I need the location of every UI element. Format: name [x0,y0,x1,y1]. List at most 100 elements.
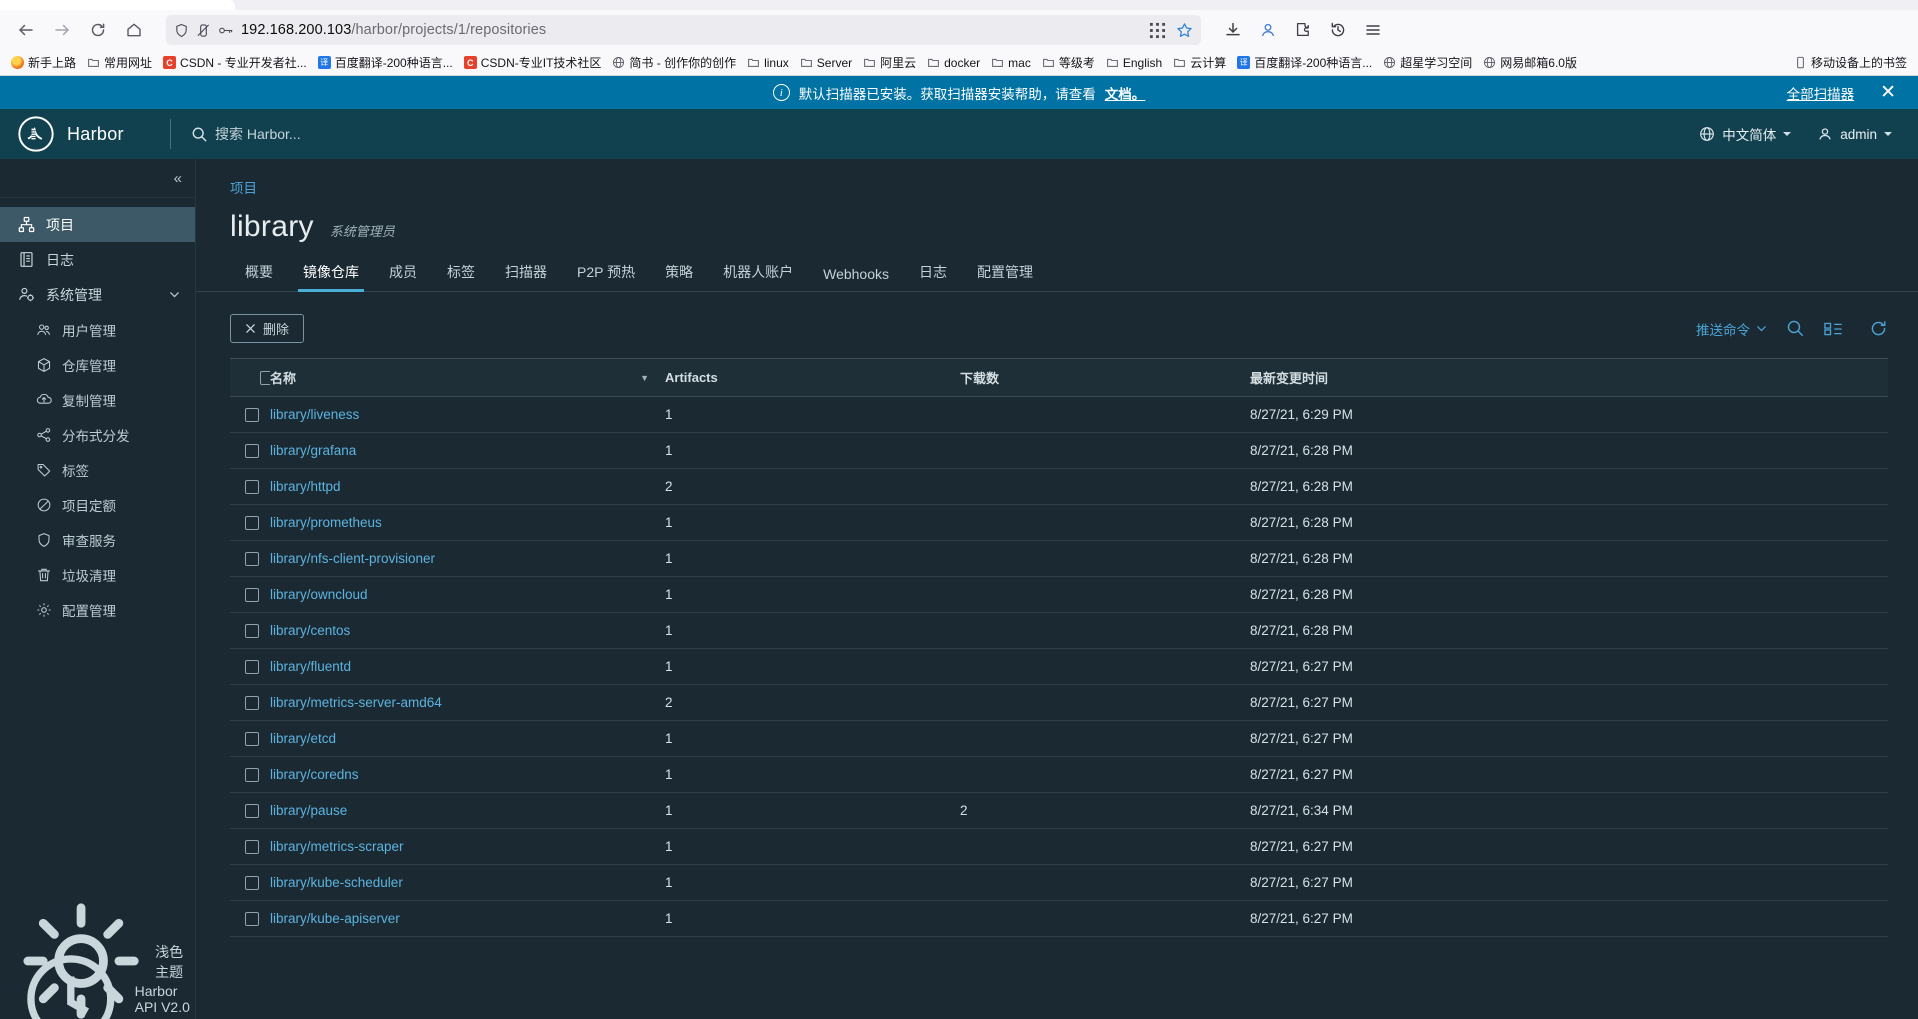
bookmark-item[interactable]: linux [742,54,794,72]
row-checkbox[interactable] [245,479,259,494]
row-checkbox[interactable] [245,515,259,530]
table-row[interactable]: library/nfs-client-provisioner 1 8/27/21, … [230,540,1888,577]
table-row[interactable]: library/fluentd 1 8/27/21, 6:27 PM [230,648,1888,685]
repository-link[interactable]: library/grafana [270,443,356,458]
bookmark-item[interactable]: 网易邮箱6.0版 [1478,52,1582,73]
refresh-icon[interactable] [1869,319,1888,338]
qr-code-icon[interactable] [1149,22,1166,39]
tab-policy[interactable]: 策略 [650,256,708,291]
bookmark-item[interactable]: 等级考 [1037,52,1100,73]
double-chevron-left-icon[interactable]: « [174,170,182,187]
forward-arrow-icon[interactable] [46,14,78,46]
repository-link[interactable]: library/prometheus [270,515,382,530]
row-checkbox[interactable] [245,875,259,890]
sidebar-item-configuration[interactable]: 配置管理 [0,592,195,627]
repository-link[interactable]: library/owncloud [270,587,368,602]
home-icon[interactable] [118,14,150,46]
sidebar-item-labels[interactable]: 标签 [0,452,195,487]
hamburger-menu-icon[interactable] [1357,14,1389,46]
repository-link[interactable]: library/nfs-client-provisioner [270,551,435,566]
sidebar-item-logs[interactable]: 日志 [0,242,195,277]
table-row[interactable]: library/metrics-scraper 1 8/27/21, 6:27 PM [230,828,1888,865]
column-header-updated[interactable]: 最新变更时间 [1250,358,1888,397]
bookmark-item[interactable]: 云计算 [1168,52,1231,73]
table-row[interactable]: library/coredns 1 8/27/21, 6:27 PM [230,756,1888,793]
row-checkbox[interactable] [245,695,259,710]
star-icon[interactable] [1176,22,1193,39]
tab-summary[interactable]: 概要 [230,256,288,291]
permissions-icon[interactable] [196,23,211,38]
bookmark-item[interactable]: 阿里云 [858,52,921,73]
table-row[interactable]: library/kube-scheduler 1 8/27/21, 6:27 PM [230,864,1888,901]
row-checkbox[interactable] [245,551,259,566]
sort-descending-icon[interactable]: ▼ [640,373,649,383]
sidebar-item-users[interactable]: 用户管理 [0,312,195,347]
sidebar-item-administration[interactable]: 系统管理 [0,277,195,312]
row-checkbox[interactable] [245,443,259,458]
user-menu[interactable]: admin [1817,126,1892,142]
sidebar-item-garbage-collection[interactable]: 垃圾清理 [0,557,195,592]
row-checkbox[interactable] [245,659,259,674]
table-row[interactable]: library/owncloud 1 8/27/21, 6:28 PM [230,576,1888,613]
row-checkbox[interactable] [245,911,259,926]
push-command-dropdown[interactable]: 推送命令 [1696,319,1767,339]
table-row[interactable]: library/kube-apiserver 1 8/27/21, 6:27 PM [230,900,1888,937]
sidebar-item-harbor-api[interactable]: Harbor API V2.0 [0,954,195,1019]
reload-icon[interactable] [82,14,114,46]
extensions-icon[interactable] [1287,14,1319,46]
repository-link[interactable]: library/metrics-scraper [270,839,404,854]
table-row[interactable]: library/liveness 1 8/27/21, 6:29 PM [230,396,1888,433]
row-checkbox[interactable] [245,839,259,854]
table-row[interactable]: library/metrics-server-amd64 2 8/27/21, 6:… [230,684,1888,721]
sidebar-item-distribution[interactable]: 分布式分发 [0,417,195,452]
column-header-name[interactable]: 名称 ▼ [270,358,665,397]
sidebar-item-interrogation-services[interactable]: 审查服务 [0,522,195,557]
column-header-artifacts[interactable]: Artifacts [665,358,960,397]
table-row[interactable]: library/prometheus 1 8/27/21, 6:28 PM [230,504,1888,541]
table-row[interactable]: library/httpd 2 8/27/21, 6:28 PM [230,468,1888,505]
bookmark-item[interactable]: 常用网址 [82,52,157,73]
sidebar-collapse-row[interactable]: « [0,159,195,198]
sidebar-item-registries[interactable]: 仓库管理 [0,347,195,382]
search-icon[interactable] [1786,319,1805,338]
repository-link[interactable]: library/httpd [270,479,341,494]
row-checkbox[interactable] [245,803,259,818]
mobile-bookmarks-item[interactable]: 移动设备上的书签 [1789,52,1912,73]
tab-p2p-preheat[interactable]: P2P 预热 [562,256,650,291]
table-row[interactable]: library/pause 1 2 8/27/21, 6:34 PM [230,792,1888,829]
tab-robot-accounts[interactable]: 机器人账户 [708,256,808,291]
bookmark-item[interactable]: C CSDN - 专业开发者社... [158,52,312,73]
repository-link[interactable]: library/etcd [270,731,336,746]
brand[interactable]: Harbor [0,116,170,152]
download-icon[interactable] [1217,14,1249,46]
row-checkbox[interactable] [245,407,259,422]
bookmark-item[interactable]: docker [922,54,985,72]
bookmark-item[interactable]: 超星学习空间 [1378,52,1477,73]
repository-link[interactable]: library/pause [270,803,347,818]
bookmark-item[interactable]: 译百度翻译-200种语言... [313,52,458,73]
repository-link[interactable]: library/liveness [270,407,359,422]
tab-repositories[interactable]: 镜像仓库 [288,256,374,292]
bookmark-item[interactable]: 译百度翻译-200种语言... [1232,52,1377,73]
tab-logs[interactable]: 日志 [904,256,962,291]
bookmark-item[interactable]: C CSDN-专业IT技术社区 [459,52,607,73]
back-arrow-icon[interactable] [10,14,42,46]
row-checkbox[interactable] [245,731,259,746]
sidebar-item-replications[interactable]: 复制管理 [0,382,195,417]
tab-webhooks[interactable]: Webhooks [808,260,904,291]
tab-members[interactable]: 成员 [374,256,432,291]
all-scanners-link[interactable]: 全部扫描器 [1787,83,1855,103]
sidebar-item-project-quotas[interactable]: 项目定额 [0,487,195,522]
table-row[interactable]: library/centos 1 8/27/21, 6:28 PM [230,612,1888,649]
tab-labels[interactable]: 标签 [432,256,490,291]
repository-link[interactable]: library/kube-apiserver [270,911,400,926]
account-icon[interactable] [1252,14,1284,46]
column-settings-icon[interactable] [1824,320,1850,338]
url-bar[interactable]: 192.168.200.103/harbor/projects/1/reposi… [166,15,1201,45]
delete-button[interactable]: 删除 [230,314,305,343]
close-icon[interactable]: ✕ [1880,83,1896,102]
browser-tab[interactable] [0,0,235,10]
documentation-link[interactable]: 文档。 [1105,83,1146,103]
row-checkbox[interactable] [245,587,259,602]
tab-scanner[interactable]: 扫描器 [490,256,562,291]
